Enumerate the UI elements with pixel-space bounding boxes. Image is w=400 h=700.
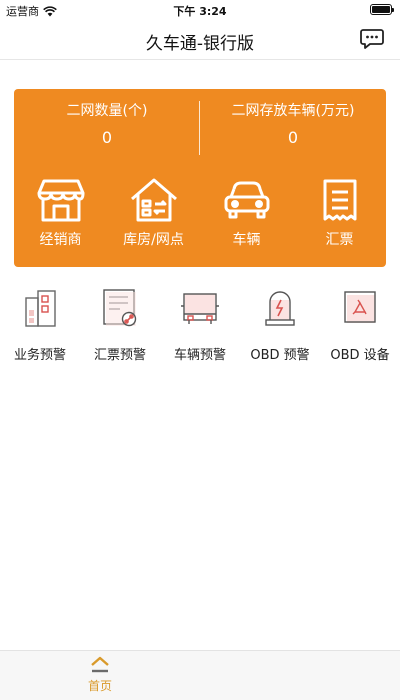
draft-alert-label: 汇票预警: [93, 348, 146, 363]
store-icon: [37, 179, 84, 222]
card-actions: 经销商 库房/网点 车辆 汇票: [14, 177, 386, 249]
stat-value: 0: [101, 128, 113, 147]
vehicle-label: 车辆: [232, 232, 261, 248]
truck-alert-icon: [181, 293, 219, 324]
warehouse-icon: [130, 178, 177, 222]
nav-bar: 久车通-银行版: [0, 20, 400, 60]
draft-label: 汇票: [325, 232, 354, 248]
vehicle-alert-button[interactable]: 车辆预警: [160, 286, 240, 363]
stat-label: 二网存放车辆(万元): [231, 103, 355, 119]
device-recycle-icon: [344, 291, 376, 323]
business-alert-button[interactable]: 业务预警: [0, 286, 80, 363]
building-alert-icon: [25, 290, 56, 327]
tab-home-label: 首页: [87, 679, 112, 693]
page-title: 久车通-银行版: [145, 34, 255, 54]
car-icon: [224, 181, 269, 219]
stat-network-vehicles[interactable]: 二网存放车辆(万元) 0: [200, 101, 386, 149]
obd-alert-label: OBD 预警: [250, 348, 310, 363]
stat-value: 0: [287, 128, 299, 147]
dealer-button[interactable]: 经销商: [14, 177, 107, 249]
vehicle-button[interactable]: 车辆: [200, 177, 293, 249]
dealer-label: 经销商: [39, 232, 82, 248]
vehicle-alert-label: 车辆预警: [173, 348, 226, 363]
stat-network-count[interactable]: 二网数量(个) 0: [14, 101, 200, 149]
obd-device-button[interactable]: OBD 设备: [320, 286, 400, 363]
obd-device-label: OBD 设备: [330, 348, 390, 363]
draft-alert-button[interactable]: 汇票预警: [80, 286, 160, 363]
obd-alert-button[interactable]: OBD 预警: [240, 286, 320, 363]
document-link-icon: [103, 289, 137, 327]
tab-bar: 首页: [0, 650, 400, 700]
warehouse-button[interactable]: 库房/网点: [107, 177, 200, 249]
alarm-light-icon: [265, 291, 295, 326]
stat-label: 二网数量(个): [66, 103, 148, 119]
battery-icon: [370, 4, 394, 15]
tab-home[interactable]: 首页: [70, 655, 130, 694]
receipt-icon: [323, 179, 356, 221]
draft-button[interactable]: 汇票: [293, 177, 386, 249]
status-time: 下午 3:24: [173, 5, 227, 18]
home-icon: [91, 656, 109, 673]
summary-card: 二网数量(个) 0 二网存放车辆(万元) 0 经销商 库房/网点 车辆 汇票: [14, 89, 386, 267]
function-grid: 业务预警 汇票预警 车辆预警 OBD 预警 OBD 设备: [0, 286, 400, 363]
status-bar: 运营商 下午 3:24: [0, 0, 400, 20]
warehouse-label: 库房/网点: [123, 232, 184, 248]
message-icon[interactable]: [360, 28, 384, 50]
business-alert-label: 业务预警: [13, 348, 66, 363]
